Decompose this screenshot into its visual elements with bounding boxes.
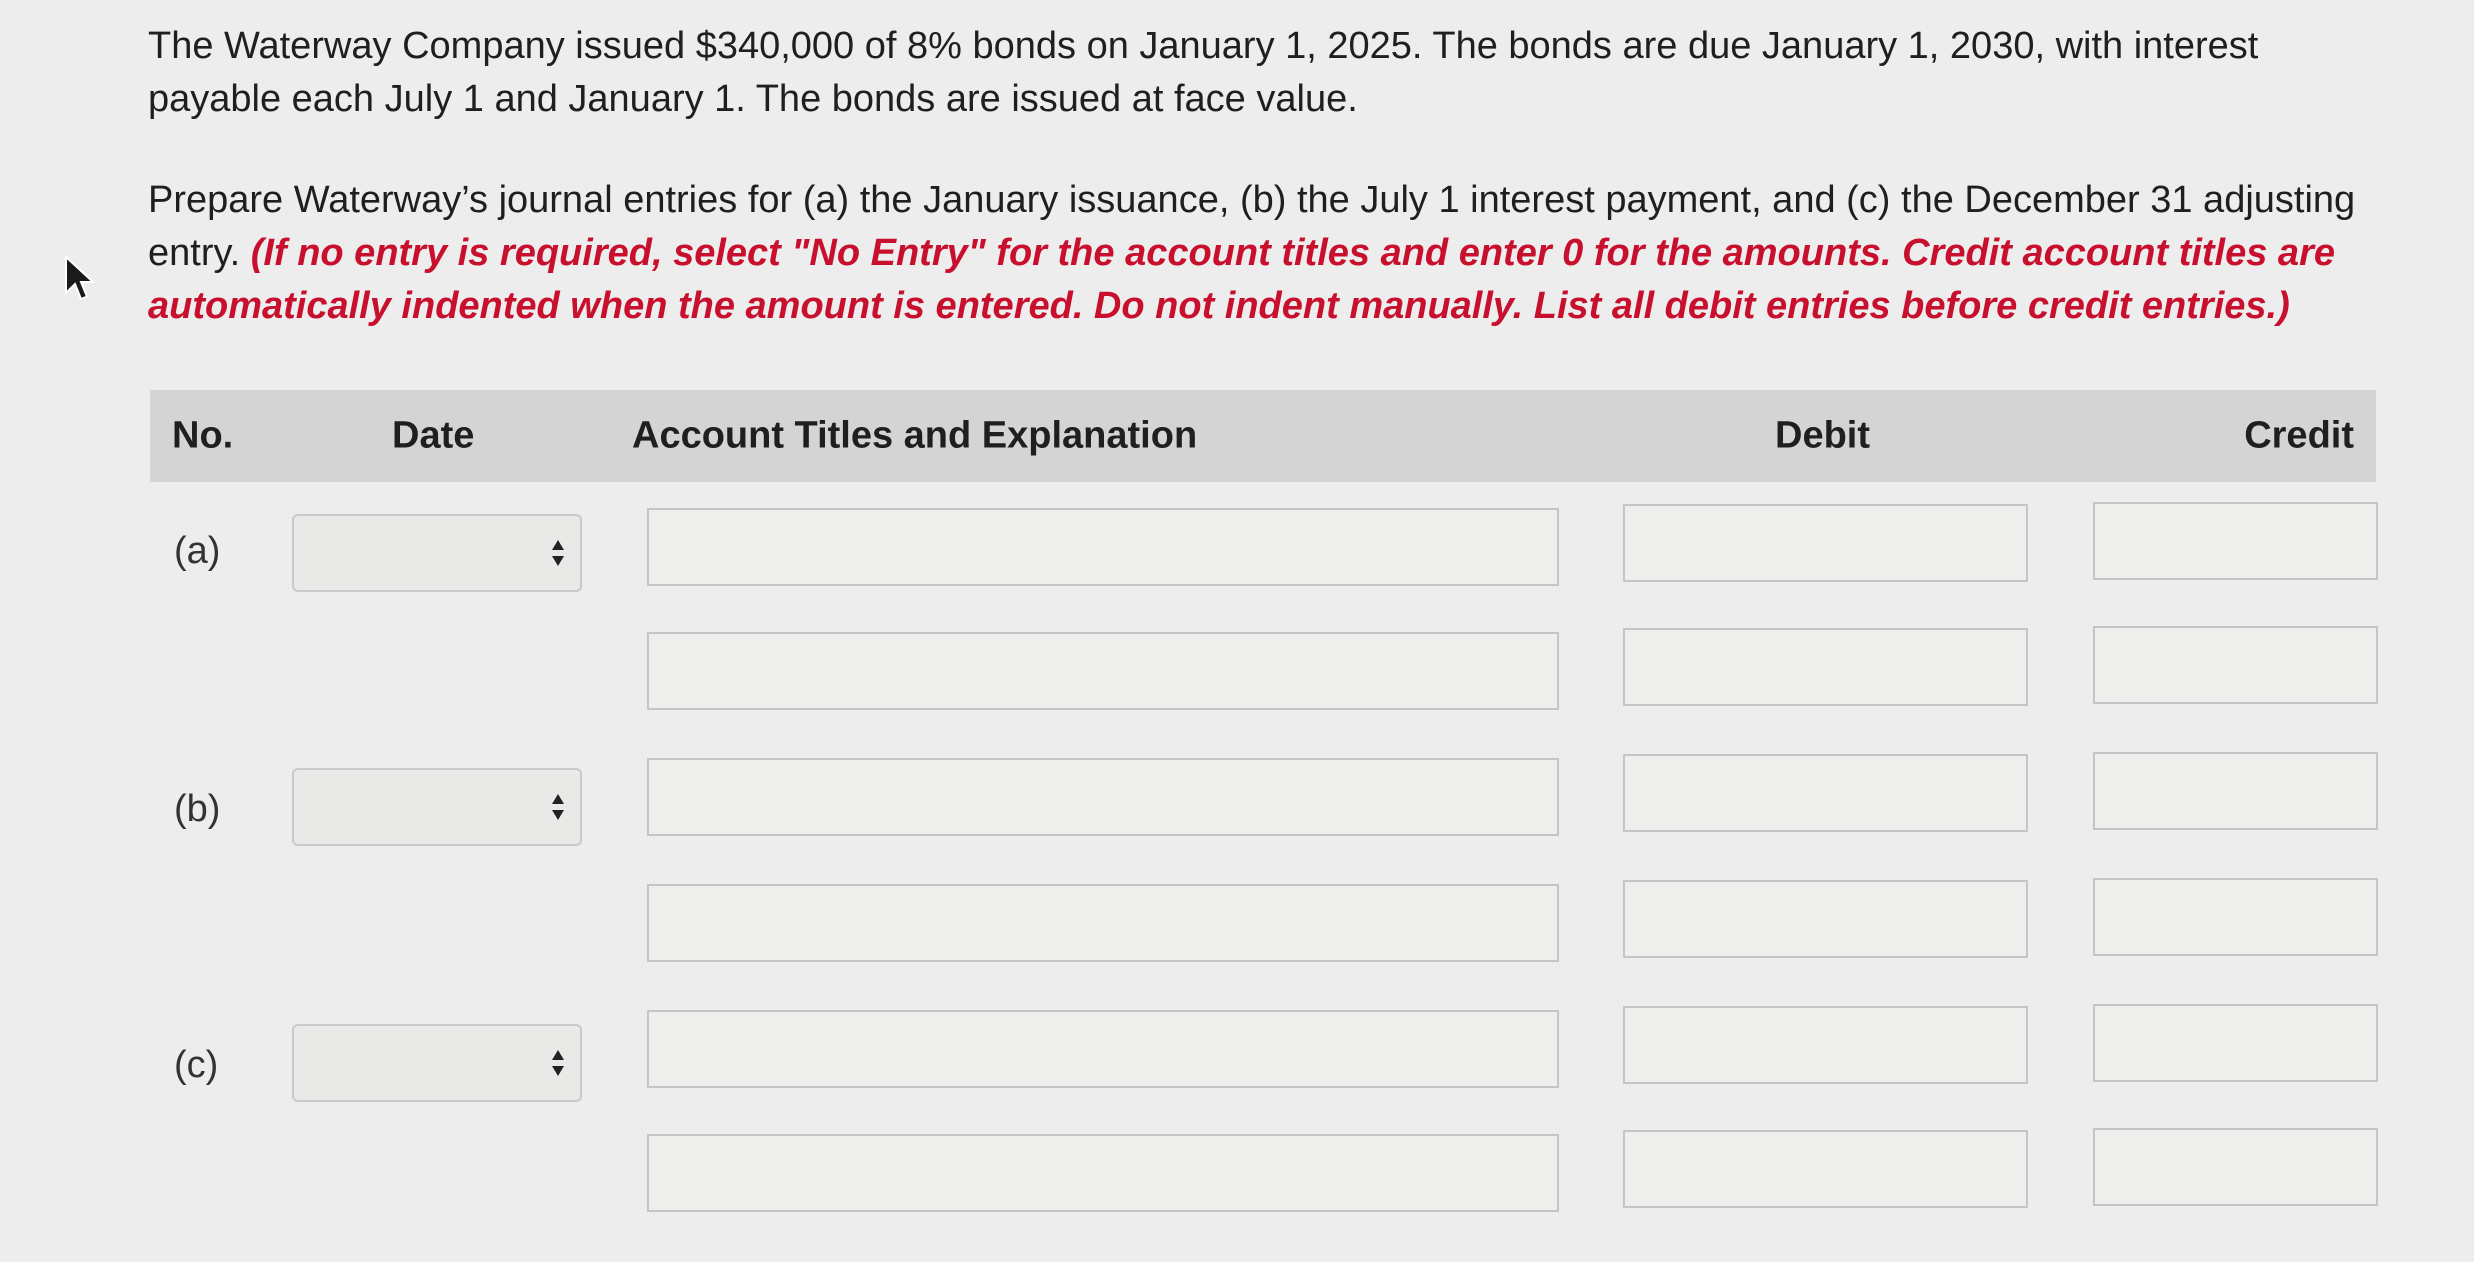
credit-field-b2[interactable]: [2093, 878, 2378, 956]
credit-field-c2[interactable]: [2093, 1128, 2378, 1206]
entry-label-b: (b): [174, 788, 221, 830]
account-field-c2[interactable]: [647, 1134, 1559, 1212]
header-debit: Debit: [1775, 414, 1870, 457]
debit-field-c2[interactable]: [1623, 1130, 2028, 1208]
debit-field-b2[interactable]: [1623, 880, 2028, 958]
account-field-b2[interactable]: [647, 884, 1559, 962]
account-field-b1[interactable]: [647, 758, 1559, 836]
date-select-a[interactable]: [292, 514, 582, 592]
credit-field-c1[interactable]: [2093, 1004, 2378, 1082]
account-field-a1[interactable]: [647, 508, 1559, 586]
debit-field-a1[interactable]: [1623, 504, 2028, 582]
header-account-titles: Account Titles and Explanation: [632, 414, 1198, 457]
header-date: Date: [392, 414, 475, 457]
problem-paragraph-2: Prepare Waterway’s journal entries for (…: [148, 174, 2378, 333]
credit-field-a1[interactable]: [2093, 502, 2378, 580]
debit-field-b1[interactable]: [1623, 754, 2028, 832]
date-select-c[interactable]: [292, 1024, 582, 1102]
journal-table-header: No. Date Account Titles and Explanation …: [150, 390, 2376, 482]
credit-field-a2[interactable]: [2093, 626, 2378, 704]
header-no: No.: [172, 414, 234, 457]
account-field-c1[interactable]: [647, 1010, 1559, 1088]
date-select-b[interactable]: [292, 768, 582, 846]
account-field-a2[interactable]: [647, 632, 1559, 710]
credit-field-b1[interactable]: [2093, 752, 2378, 830]
entry-label-c: (c): [174, 1044, 219, 1086]
mouse-pointer-icon: [65, 255, 96, 301]
select-arrows-icon: [552, 540, 564, 566]
debit-field-c1[interactable]: [1623, 1006, 2028, 1084]
entry-label-a: (a): [174, 530, 221, 572]
problem-paragraph-1: The Waterway Company issued $340,000 of …: [148, 25, 2259, 120]
debit-field-a2[interactable]: [1623, 628, 2028, 706]
select-arrows-icon: [552, 794, 564, 820]
problem-instruction: (If no entry is required, select "No Ent…: [148, 232, 2335, 327]
problem-statement: The Waterway Company issued $340,000 of …: [148, 20, 2378, 333]
header-credit: Credit: [2244, 414, 2354, 457]
select-arrows-icon: [552, 1050, 564, 1076]
